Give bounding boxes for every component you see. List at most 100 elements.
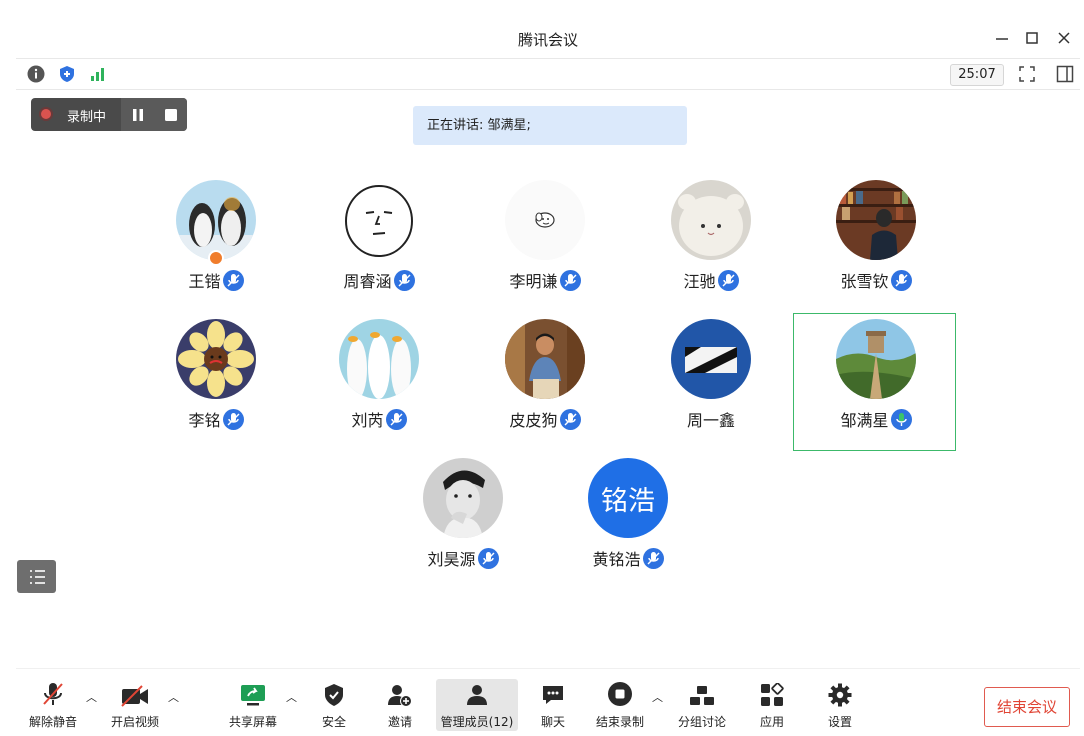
share-screen-button[interactable]: 共享屏幕 xyxy=(224,679,282,731)
stop-icon xyxy=(164,108,177,121)
mic-speaking-icon xyxy=(890,409,912,430)
mic-muted-icon xyxy=(24,679,82,707)
avatar xyxy=(339,180,419,260)
participant-name: 黄铭浩 xyxy=(592,550,641,569)
participant-tile[interactable]: 汪驰 xyxy=(651,180,771,306)
mic-icon xyxy=(559,409,581,430)
settings-button[interactable]: 设置 xyxy=(820,679,860,731)
camera-off-icon xyxy=(106,679,164,707)
mic-icon xyxy=(222,409,244,430)
stop-recording-icon xyxy=(594,679,646,707)
stop-recording-button[interactable] xyxy=(154,98,187,131)
side-panel-icon[interactable] xyxy=(1056,65,1074,83)
participant-name: 邹满星 xyxy=(840,411,889,430)
mic-icon xyxy=(477,548,499,569)
participant-tile[interactable]: 刘昊源 xyxy=(403,458,523,584)
mic-icon xyxy=(559,270,581,291)
avatar xyxy=(671,180,751,260)
title-bar: 腾讯会议 xyxy=(16,18,1080,59)
participant-name: 李铭 xyxy=(188,411,221,430)
security-icon xyxy=(314,679,354,707)
participant-name: 刘昊源 xyxy=(427,550,476,569)
invite-button[interactable]: 邀请 xyxy=(380,679,420,731)
participant-name: 皮皮狗 xyxy=(509,411,558,430)
security-button[interactable]: 安全 xyxy=(314,679,354,731)
host-badge-icon xyxy=(208,250,224,266)
window-title: 腾讯会议 xyxy=(517,31,578,49)
meeting-window: 腾讯会议 25:07 录制中 正在讲话: 邹满星; 王锴 周睿涵 李明谦 汪驰 … xyxy=(16,18,1080,734)
recording-options-chevron-icon[interactable]: ︿ xyxy=(652,689,663,705)
pause-icon xyxy=(132,108,143,121)
mic-icon xyxy=(222,270,244,291)
fullscreen-icon[interactable] xyxy=(1018,65,1036,83)
end-recording-button[interactable]: 结束录制 xyxy=(594,679,646,731)
mic-icon xyxy=(385,409,407,430)
apps-button[interactable]: 应用 xyxy=(752,679,792,731)
minimize-icon xyxy=(996,38,1008,40)
start-video-button[interactable]: 开启视频 xyxy=(106,679,164,731)
close-button[interactable] xyxy=(1052,26,1076,50)
manage-members-button[interactable]: 管理成员(12) xyxy=(436,679,518,731)
participant-tile[interactable]: 张雪钦 xyxy=(816,180,936,306)
participant-name: 刘芮 xyxy=(351,411,384,430)
avatar xyxy=(423,458,503,538)
bottom-toolbar: 解除静音 ︿ 开启视频 ︿ 共享屏幕 ︿ 安全 邀请 管理成员(12) 聊天 结… xyxy=(16,668,1080,735)
avatar xyxy=(505,319,585,399)
participant-name: 周睿涵 xyxy=(343,272,392,291)
avatar xyxy=(836,180,916,260)
apps-icon xyxy=(752,679,792,707)
avatar: 铭浩 xyxy=(588,458,668,538)
add-user-icon xyxy=(380,679,420,707)
minimize-button[interactable] xyxy=(990,26,1014,50)
participant-tile[interactable]: 皮皮狗 xyxy=(485,319,605,445)
avatar xyxy=(671,319,751,399)
network-signal-icon[interactable] xyxy=(89,65,107,83)
avatar xyxy=(339,319,419,399)
mic-icon xyxy=(717,270,739,291)
avatar-text: 铭浩 xyxy=(601,485,655,517)
audio-options-chevron-icon[interactable]: ︿ xyxy=(86,689,97,705)
info-bar: 25:07 xyxy=(16,59,1080,90)
unmute-button[interactable]: 解除静音 xyxy=(24,679,82,731)
end-meeting-button[interactable]: 结束会议 xyxy=(984,687,1070,727)
meeting-timer: 25:07 xyxy=(950,64,1004,86)
participant-name: 李明谦 xyxy=(509,272,558,291)
maximize-button[interactable] xyxy=(1020,26,1044,50)
participant-tile-active[interactable]: 邹满星 xyxy=(816,319,936,445)
chat-icon xyxy=(533,679,573,707)
participant-name: 周一鑫 xyxy=(686,411,735,430)
share-screen-icon xyxy=(224,679,282,707)
participant-name: 王锴 xyxy=(188,272,221,291)
security-shield-icon[interactable] xyxy=(58,65,76,83)
participant-name: 张雪钦 xyxy=(840,272,889,291)
breakout-icon xyxy=(676,679,728,707)
participant-tile[interactable]: 铭浩 黄铭浩 xyxy=(568,458,688,584)
pause-recording-button[interactable] xyxy=(121,98,154,131)
mic-icon xyxy=(393,270,415,291)
mic-icon xyxy=(642,548,664,569)
list-icon xyxy=(30,570,45,584)
members-icon xyxy=(436,679,518,707)
chat-button[interactable]: 聊天 xyxy=(533,679,573,731)
participant-name: 汪驰 xyxy=(683,272,716,291)
participant-tile[interactable]: 刘芮 xyxy=(319,319,439,445)
participant-tile[interactable]: 周一鑫 xyxy=(651,319,771,445)
video-options-chevron-icon[interactable]: ︿ xyxy=(168,689,179,705)
participant-tile[interactable]: 李明谦 xyxy=(485,180,605,306)
avatar xyxy=(836,319,916,399)
recording-label: 录制中 xyxy=(67,110,107,125)
mic-icon xyxy=(890,270,912,291)
participant-tile[interactable]: 王锴 xyxy=(156,180,276,306)
avatar xyxy=(176,180,256,260)
gear-icon xyxy=(820,679,860,707)
meeting-info-icon[interactable] xyxy=(27,65,45,83)
avatar xyxy=(176,319,256,399)
participant-tile[interactable]: 周睿涵 xyxy=(319,180,439,306)
maximize-icon xyxy=(1026,32,1038,44)
breakout-rooms-button[interactable]: 分组讨论 xyxy=(676,679,728,731)
share-options-chevron-icon[interactable]: ︿ xyxy=(286,689,297,705)
participant-tile[interactable]: 李铭 xyxy=(156,319,276,445)
recording-widget: 录制中 xyxy=(31,98,187,131)
member-list-toggle[interactable] xyxy=(17,560,56,593)
speaking-banner: 正在讲话: 邹满星; xyxy=(413,106,687,145)
